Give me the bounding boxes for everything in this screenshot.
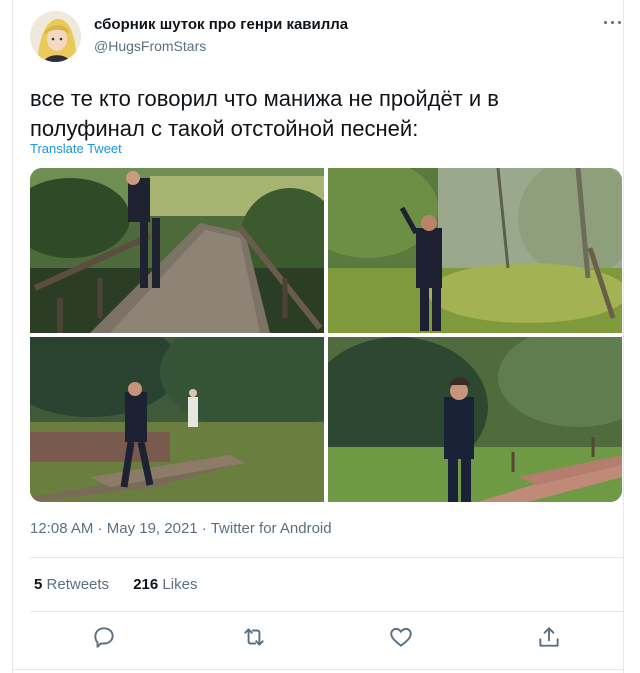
engagement-stats: 5 Retweets 216 Likes bbox=[34, 576, 217, 593]
share-icon[interactable] bbox=[536, 624, 562, 650]
more-dot-icon bbox=[604, 21, 607, 24]
like-icon[interactable] bbox=[388, 624, 414, 650]
tweet-date[interactable]: May 19, 2021 bbox=[107, 520, 198, 537]
likes-stat[interactable]: 216 Likes bbox=[133, 576, 197, 593]
card-border-left bbox=[12, 0, 13, 673]
more-dot-icon bbox=[611, 21, 614, 24]
retweets-stat[interactable]: 5 Retweets bbox=[34, 576, 109, 593]
media-grid bbox=[30, 168, 622, 502]
tweet-text: все те кто говорил что манижа не пройдёт… bbox=[30, 86, 499, 141]
reply-icon[interactable] bbox=[91, 624, 117, 650]
likes-label: Likes bbox=[162, 576, 198, 593]
photo-forest-walking[interactable] bbox=[328, 168, 622, 333]
tweet-time[interactable]: 12:08 AM bbox=[30, 520, 93, 537]
meta-separator: · bbox=[197, 520, 211, 537]
tweet-source[interactable]: Twitter for Android bbox=[211, 520, 332, 537]
divider bbox=[30, 611, 624, 612]
photo-low-bridge[interactable] bbox=[30, 337, 324, 502]
avatar[interactable] bbox=[30, 11, 81, 62]
card-border-right bbox=[623, 0, 624, 673]
display-name[interactable]: сборник шуток про генри кавилла bbox=[94, 16, 348, 33]
photo-garden-path[interactable] bbox=[328, 337, 622, 502]
retweets-count: 5 bbox=[34, 576, 43, 593]
more-options-button[interactable] bbox=[601, 12, 625, 32]
more-dot-icon bbox=[618, 21, 621, 24]
divider bbox=[30, 557, 624, 558]
translate-tweet-link[interactable]: Translate Tweet bbox=[30, 141, 122, 156]
likes-count: 216 bbox=[133, 576, 159, 593]
username[interactable]: @HugsFromStars bbox=[94, 38, 206, 54]
meta-separator: · bbox=[93, 520, 107, 537]
tweet-meta: 12:08 AM · May 19, 2021 · Twitter for An… bbox=[30, 520, 332, 537]
photo-bridge-leaning[interactable] bbox=[30, 168, 324, 333]
retweet-icon[interactable] bbox=[241, 624, 267, 650]
retweets-label: Retweets bbox=[46, 576, 110, 593]
card-border-bottom bbox=[12, 669, 624, 670]
